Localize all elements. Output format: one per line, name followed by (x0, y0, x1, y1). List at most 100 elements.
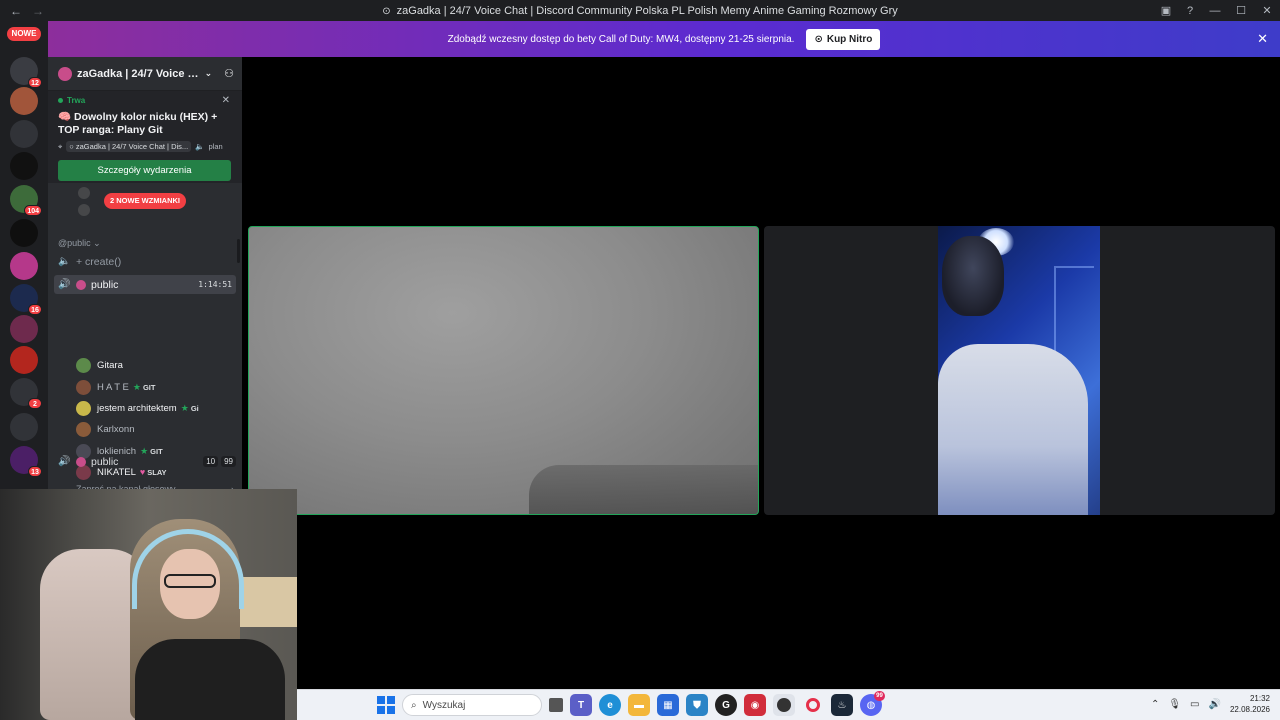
scrollbar[interactable] (237, 239, 240, 263)
server-icon-neon[interactable]: 13 (10, 446, 42, 477)
obs-studio-icon[interactable] (773, 694, 795, 716)
call-timer: 1:14:51 (198, 280, 232, 289)
taskbar: ⌕ Wyszukaj T e ▬ ▦ ⛊ G ◉ ♨ ◍ 99 ⌃ 🎙 ▭ 🔊 2… (297, 689, 1280, 720)
taskbar-search[interactable]: ⌕ Wyszukaj (402, 694, 542, 716)
volume-icon[interactable]: 🔊 (1209, 699, 1221, 710)
discord-icon[interactable]: ◍ 99 (860, 691, 885, 716)
search-placeholder: Wyszukaj (422, 699, 466, 711)
promo-text: Zdobądź wczesny dostęp do bety Call of D… (447, 33, 795, 45)
event-location-chip: ○ zaGadka | 24/7 Voice Chat | Dis... (66, 141, 192, 152)
inbox-icon[interactable]: ▣ (1154, 4, 1178, 17)
speaker-icon: 🔈 (195, 142, 205, 151)
recorder-icon[interactable]: ◉ (744, 694, 766, 716)
role-tag: ★ Gi (181, 403, 199, 414)
app-root: ← → ⊙ zaGadka | 24/7 Voice Chat | Discord… (0, 0, 1280, 720)
server-icon-csgo[interactable]: 12 (10, 57, 42, 88)
avatar (78, 186, 90, 199)
server-icon-group[interactable]: 104 (10, 185, 42, 216)
promo-banner: Zdobądź wczesny dostęp do bety Call of D… (48, 21, 1280, 57)
server-icon-sempai[interactable] (10, 252, 38, 280)
create-channel[interactable]: 🔈 + create() (54, 252, 236, 271)
server-badge: 13 (28, 466, 42, 477)
system-tray: ⌃ 🎙 ▭ 🔊 21:32 22.08.2026 (1151, 693, 1270, 715)
channel-name: public (91, 278, 119, 291)
hoodie (135, 639, 285, 720)
channel-icon (76, 456, 86, 467)
user-count: 10 (203, 456, 219, 467)
steam-icon[interactable]: ♨ (831, 694, 853, 716)
event-status-label: Trwa (67, 96, 86, 105)
add-member-icon[interactable]: ⚇ (224, 67, 234, 80)
store-icon[interactable]: ▦ (657, 694, 679, 716)
nitro-button[interactable]: ⊙ Kup Nitro (806, 28, 881, 50)
server-badge: 2 (28, 398, 42, 409)
voice-user[interactable]: H A T E ★ GIT (76, 377, 234, 397)
loading-icon: ⊙ (382, 5, 391, 17)
location-pin-icon: ⌖ (58, 141, 63, 151)
event-close-icon[interactable]: ✕ (222, 95, 230, 106)
teams-icon[interactable]: T (570, 694, 592, 716)
speaker-icon: 🔊 (58, 456, 71, 467)
window-controls: ▣ ? — ☐ ✕ (1154, 0, 1280, 21)
server-icon-refresh[interactable]: 2 (10, 378, 42, 409)
voice-user[interactable]: jestem architektem ★ Gi (76, 398, 234, 418)
category-header[interactable]: @public ⌄ (58, 238, 101, 249)
video-tile-camera-1[interactable] (248, 226, 759, 515)
new-unreads-pill[interactable]: NOWE (7, 27, 41, 41)
server-icon-avatar[interactable] (10, 87, 38, 115)
maximize-button[interactable]: ☐ (1228, 4, 1254, 17)
event-title[interactable]: 🧠 Dowolny kolor nicku (HEX) + TOP ranga:… (58, 111, 232, 137)
network-icon[interactable]: ▭ (1190, 699, 1199, 710)
server-icon-knight[interactable]: 16 (10, 284, 42, 315)
close-icon[interactable]: ✕ (1257, 31, 1268, 47)
avatar (78, 203, 90, 216)
server-header[interactable]: zaGadka | 24/7 Voice C... ⌄ ⚇ (48, 57, 242, 91)
obs-icon[interactable]: G (715, 694, 737, 716)
vpn-icon[interactable]: ⛊ (686, 694, 708, 716)
avatar (76, 357, 91, 373)
channel-icon (76, 279, 86, 290)
server-icon-circle-red[interactable] (10, 346, 38, 374)
microphone-icon[interactable]: 🎙 (1168, 699, 1181, 710)
forward-icon[interactable]: → (32, 4, 44, 18)
edge-icon[interactable]: e (599, 694, 621, 716)
avatar (76, 400, 91, 416)
new-mentions-pill[interactable]: 2 NOWE WZMIANKI (104, 193, 186, 209)
event-location-suffix: plan (208, 142, 223, 151)
server-badge: 104 (24, 205, 42, 216)
search-icon: ⌕ (411, 699, 417, 711)
nitro-button-label: Kup Nitro (826, 33, 873, 45)
server-icon-gk[interactable] (10, 219, 38, 247)
event-status: Trwa (58, 96, 232, 105)
server-badge: 12 (28, 77, 42, 88)
server-icon-folder-2[interactable] (10, 413, 38, 441)
discord-badge: 99 (874, 691, 885, 701)
back-icon[interactable]: ← (10, 4, 22, 18)
voice-user[interactable]: Gitara (76, 355, 234, 375)
user-name: Gitara (97, 359, 123, 371)
video-tile-camera-2[interactable] (764, 226, 1275, 515)
opera-icon[interactable] (802, 694, 824, 716)
server-icon-crystal[interactable] (10, 315, 38, 343)
server-icon-kick[interactable] (10, 152, 38, 180)
star-icon: ★ (132, 381, 141, 392)
chevron-up-icon[interactable]: ⌃ (1151, 699, 1159, 710)
clock[interactable]: 21:32 22.08.2026 (1230, 693, 1270, 715)
event-location-text: zaGadka | 24/7 Voice Chat | Dis... (75, 142, 189, 151)
close-window-button[interactable]: ✕ (1254, 4, 1280, 17)
server-icon-folder[interactable] (10, 120, 38, 148)
speaker-icon: 🔊 (58, 279, 71, 290)
voice-user[interactable]: Karlxonn (76, 419, 234, 439)
chevron-down-icon: ⌄ (204, 68, 213, 78)
event-details-button[interactable]: Szczegóły wydarzenia (58, 160, 231, 181)
help-icon[interactable]: ? (1178, 5, 1202, 17)
minimize-button[interactable]: — (1202, 5, 1228, 17)
voice-channel-public[interactable]: 🔊 public 10 99 (54, 452, 236, 471)
file-explorer-icon[interactable]: ▬ (628, 694, 650, 716)
server-logo-icon (58, 66, 72, 81)
start-menu-icon[interactable] (377, 696, 395, 714)
task-view-icon[interactable] (549, 698, 563, 712)
nav-buttons: ← → (0, 4, 60, 18)
event-location[interactable]: ⌖ ○ zaGadka | 24/7 Voice Chat | Dis... 🔈… (58, 141, 232, 152)
voice-channel-public-active[interactable]: 🔊 public 1:14:51 (54, 275, 236, 294)
